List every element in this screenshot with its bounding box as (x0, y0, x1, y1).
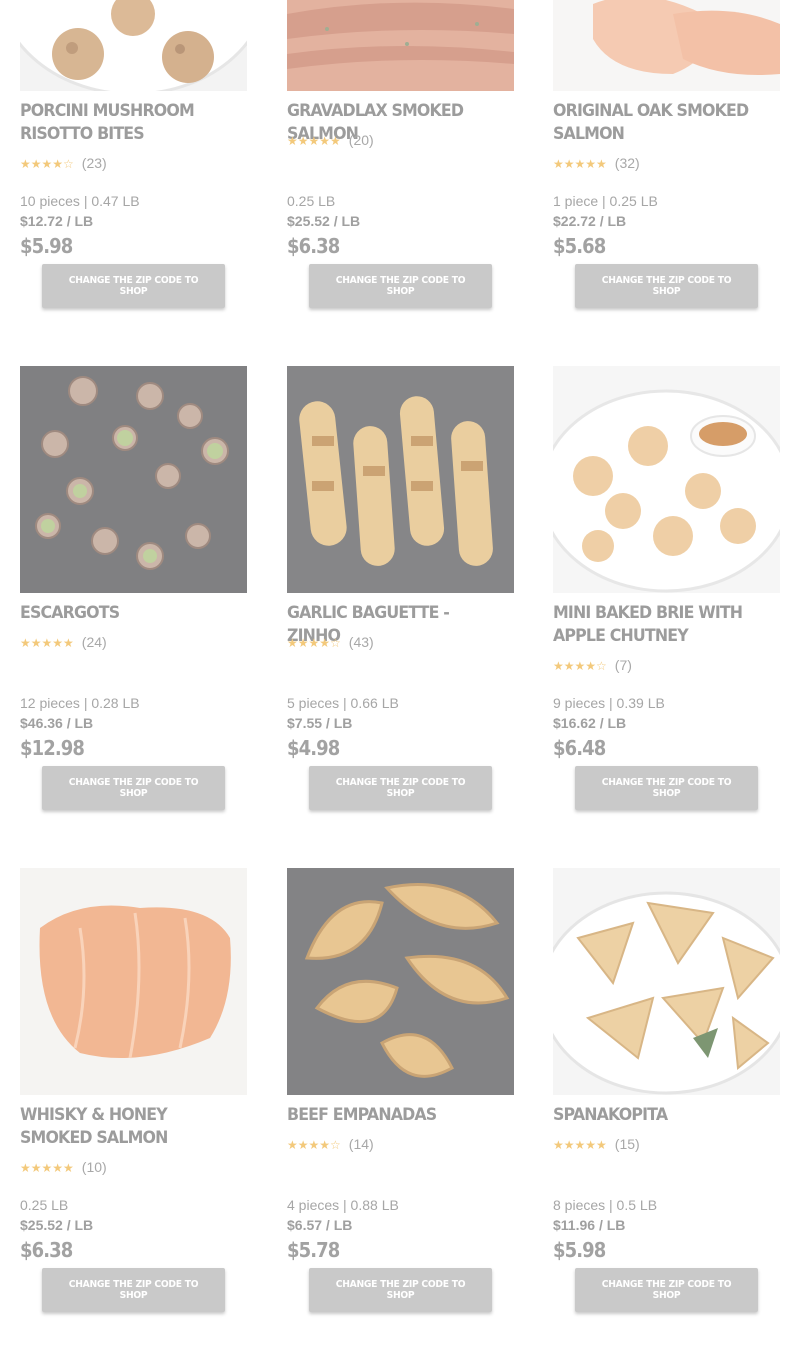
product-card[interactable]: Whisky & Honey Smoked Salmon ★★★★★ (10) 0… (20, 868, 247, 1338)
product-weight: 8 pieces | 0.5 LB (553, 1197, 658, 1213)
product-card[interactable]: Beef Empanadas ★★★★☆ (14) 4 pieces | 0.88… (287, 868, 514, 1338)
product-card[interactable]: Garlic Baguette - Zinho ★★★★☆ (43) 5 piec… (287, 366, 514, 836)
product-card[interactable]: Escargots ★★★★★ (24) 12 pieces | 0.28 LB … (20, 366, 247, 836)
product-weight: 0.25 LB (20, 1197, 69, 1213)
product-title[interactable]: Original Oak Smoked Salmon (553, 100, 769, 146)
product-weight: 9 pieces | 0.39 LB (553, 695, 665, 711)
unit-price: $46.36 / LB (20, 715, 94, 731)
unit-price: $25.52 / LB (20, 1217, 94, 1233)
unit-price: $6.57 / LB (287, 1217, 353, 1233)
product-card[interactable]: Original Oak Smoked Salmon ★★★★★ (32) 1 p… (553, 0, 780, 334)
rating-stars-icon: ★★★★☆ (20, 157, 74, 171)
review-count: (10) (81, 1159, 107, 1175)
unit-price: $16.62 / LB (553, 715, 627, 731)
change-zip-button[interactable]: Change the zip code to shop (309, 766, 492, 810)
rating-stars-icon: ★★★★★ (287, 134, 341, 148)
product-title[interactable]: Beef Empanadas (287, 1104, 503, 1127)
review-count: (43) (348, 634, 374, 650)
product-rating[interactable]: ★★★★★ (32) (553, 155, 640, 171)
rating-stars-icon: ★★★★★ (553, 157, 607, 171)
product-price: $6.48 (553, 736, 606, 760)
product-price: $12.98 (20, 736, 85, 760)
whisky-salmon-image[interactable] (20, 868, 247, 1095)
product-title[interactable]: Whisky & Honey Smoked Salmon (20, 1104, 236, 1150)
product-rating[interactable]: ★★★★☆ (7) (553, 657, 632, 673)
review-count: (20) (348, 132, 374, 148)
risotto-bites-image[interactable] (20, 0, 247, 91)
change-zip-button[interactable]: Change the zip code to shop (42, 1268, 225, 1312)
product-weight: 1 piece | 0.25 LB (553, 193, 658, 209)
product-price: $5.98 (553, 1238, 606, 1262)
product-weight: 10 pieces | 0.47 LB (20, 193, 140, 209)
escargots-image[interactable] (20, 366, 247, 593)
rating-stars-icon: ★★★★★ (553, 1138, 607, 1152)
product-title[interactable]: Mini Baked Brie with Apple Chutney (553, 602, 769, 648)
product-card[interactable]: Mini Baked Brie with Apple Chutney ★★★★☆… (553, 366, 780, 836)
rating-stars-icon: ★★★★☆ (287, 636, 341, 650)
baked-brie-image[interactable] (553, 366, 780, 593)
unit-price: $25.52 / LB (287, 213, 361, 229)
empanadas-image[interactable] (287, 868, 514, 1095)
product-rating[interactable]: ★★★★★ (15) (553, 1136, 640, 1152)
unit-price: $11.96 / LB (553, 1217, 626, 1233)
product-price: $6.38 (20, 1238, 73, 1262)
rating-stars-icon: ★★★★★ (20, 1161, 74, 1175)
change-zip-button[interactable]: Change the zip code to shop (42, 766, 225, 810)
product-title[interactable]: Spanakopita (553, 1104, 769, 1127)
review-count: (23) (81, 155, 107, 171)
review-count: (15) (614, 1136, 640, 1152)
product-rating[interactable]: ★★★★☆ (23) (20, 155, 107, 171)
product-title[interactable]: Escargots (20, 602, 236, 625)
product-rating[interactable]: ★★★★☆ (43) (287, 634, 374, 650)
product-price: $5.68 (553, 234, 606, 258)
garlic-baguette-image[interactable] (287, 366, 514, 593)
review-count: (24) (81, 634, 107, 650)
rating-stars-icon: ★★★★★ (20, 636, 74, 650)
product-weight: 12 pieces | 0.28 LB (20, 695, 140, 711)
change-zip-button[interactable]: Change the zip code to shop (575, 766, 758, 810)
product-price: $5.78 (287, 1238, 340, 1262)
product-rating[interactable]: ★★★★★ (10) (20, 1159, 107, 1175)
rating-stars-icon: ★★★★☆ (287, 1138, 341, 1152)
product-weight: 5 pieces | 0.66 LB (287, 695, 399, 711)
product-rating[interactable]: ★★★★★ (20) (287, 132, 374, 148)
product-card[interactable]: Gravadlax Smoked Salmon ★★★★★ (20) 0.25 L… (287, 0, 514, 334)
product-price: $4.98 (287, 736, 340, 760)
change-zip-button[interactable]: Change the zip code to shop (575, 264, 758, 308)
product-rating[interactable]: ★★★★★ (24) (20, 634, 107, 650)
unit-price: $22.72 / LB (553, 213, 627, 229)
product-price: $5.98 (20, 234, 73, 258)
product-row: Whisky & Honey Smoked Salmon ★★★★★ (10) 0… (0, 868, 800, 1370)
change-zip-button[interactable]: Change the zip code to shop (575, 1268, 758, 1312)
change-zip-button[interactable]: Change the zip code to shop (309, 264, 492, 308)
rating-stars-icon: ★★★★☆ (553, 659, 607, 673)
change-zip-button[interactable]: Change the zip code to shop (309, 1268, 492, 1312)
product-price: $6.38 (287, 234, 340, 258)
review-count: (14) (348, 1136, 374, 1152)
product-row: Escargots ★★★★★ (24) 12 pieces | 0.28 LB … (0, 366, 800, 868)
product-weight: 4 pieces | 0.88 LB (287, 1197, 399, 1213)
unit-price: $12.72 / LB (20, 213, 94, 229)
review-count: (32) (614, 155, 640, 171)
product-card[interactable]: Spanakopita ★★★★★ (15) 8 pieces | 0.5 LB … (553, 868, 780, 1338)
product-rating[interactable]: ★★★★☆ (14) (287, 1136, 374, 1152)
product-title[interactable]: Porcini Mushroom Risotto Bites (20, 100, 236, 146)
review-count: (7) (614, 657, 632, 673)
gravadlax-image[interactable] (287, 0, 514, 91)
change-zip-button[interactable]: Change the zip code to shop (42, 264, 225, 308)
unit-price: $7.55 / LB (287, 715, 353, 731)
oak-salmon-image[interactable] (553, 0, 780, 91)
product-weight: 0.25 LB (287, 193, 336, 209)
spanakopita-image[interactable] (553, 868, 780, 1095)
product-row: Porcini Mushroom Risotto Bites ★★★★☆ (23)… (0, 0, 800, 366)
product-card[interactable]: Porcini Mushroom Risotto Bites ★★★★☆ (23)… (20, 0, 247, 334)
